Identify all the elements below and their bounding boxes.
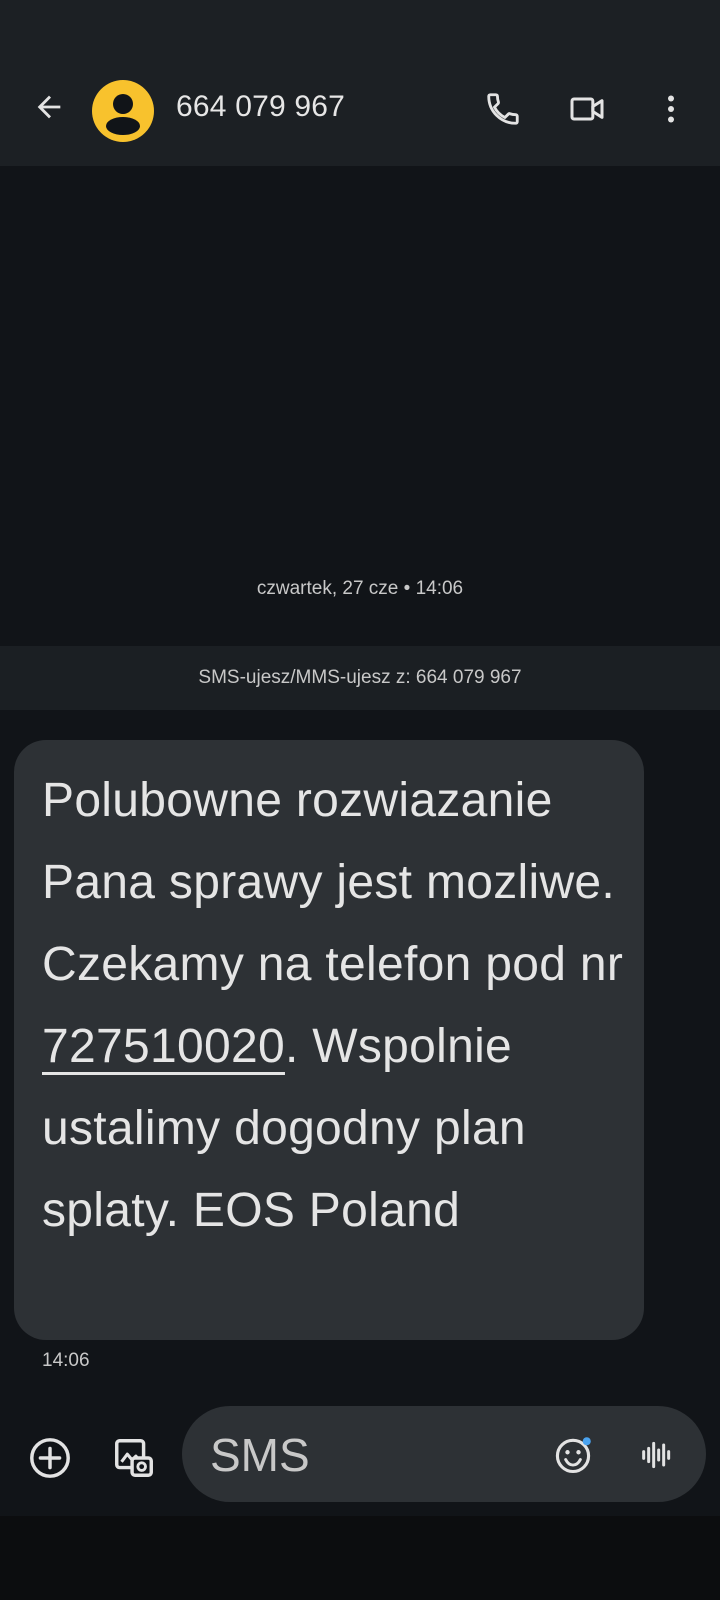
back-button[interactable]	[28, 86, 70, 128]
add-attachment-button[interactable]	[24, 1432, 76, 1484]
message-date-label: czwartek, 27 cze • 14:06	[256, 578, 464, 599]
more-options-button[interactable]	[646, 84, 696, 134]
phone-number-link[interactable]: 727510020	[42, 1020, 285, 1073]
gallery-button[interactable]	[108, 1432, 160, 1484]
emoji-icon	[555, 1437, 591, 1474]
gallery-icon	[115, 1439, 153, 1477]
conversation-header: 664 079 967	[0, 56, 720, 166]
video-call-button[interactable]	[562, 84, 612, 134]
add-circle-icon	[30, 1438, 70, 1478]
person-icon	[106, 94, 140, 135]
message-timestamp: 14:06	[42, 1350, 90, 1371]
voice-waveform-icon	[642, 1441, 671, 1469]
video-camera-icon	[570, 97, 604, 121]
incoming-message-bubble[interactable]: Polubowne rozwiazanie Pana sprawy jest m…	[14, 740, 644, 1340]
navigation-bar	[0, 1516, 720, 1600]
sms-info-banner: SMS-ujesz/MMS-ujesz z: 664 079 967	[0, 646, 720, 710]
message-composer: SMS	[0, 1400, 720, 1516]
message-text-part1: Polubowne rozwiazanie Pana sprawy jest m…	[42, 774, 624, 991]
avatar[interactable]	[92, 80, 154, 142]
more-vert-icon	[668, 95, 674, 123]
contact-number[interactable]: 664 079 967	[176, 90, 345, 124]
messaging-screen: 664 079 967 czwartek, 27 cze • 14:06 SMS…	[0, 0, 720, 1600]
sms-input[interactable]: SMS	[182, 1406, 706, 1502]
message-text: Polubowne rozwiazanie Pana sprawy jest m…	[42, 760, 624, 1252]
phone-icon	[487, 93, 519, 125]
call-button[interactable]	[478, 84, 528, 134]
sms-placeholder: SMS	[210, 1429, 310, 1481]
status-bar	[0, 0, 720, 56]
voice-message-button[interactable]	[634, 1432, 680, 1478]
arrow-back-icon	[37, 95, 61, 119]
emoji-button[interactable]	[550, 1432, 596, 1478]
